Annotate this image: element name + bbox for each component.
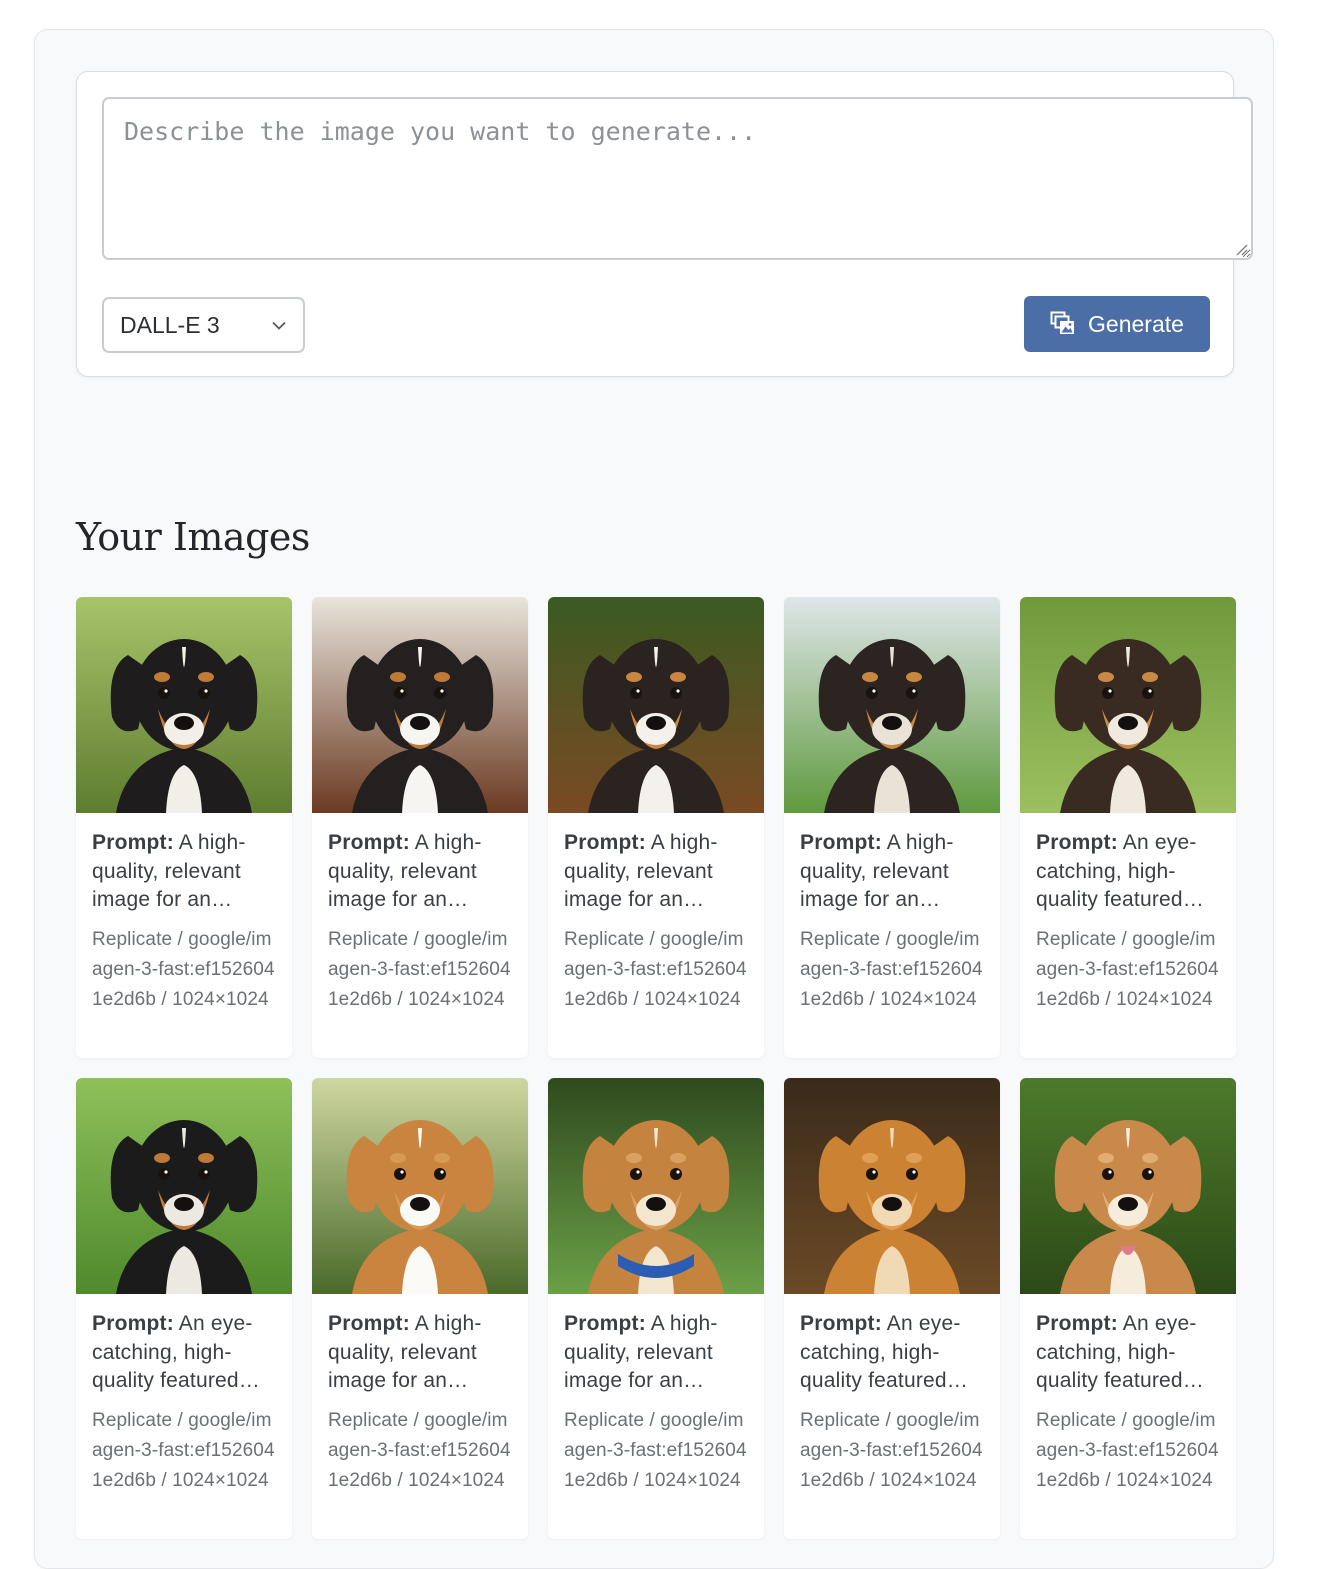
image-card[interactable]: Prompt: An eye-catching, high-quality fe… xyxy=(1020,597,1236,1058)
image-source: Replicate xyxy=(564,1410,645,1431)
generate-button-label: Generate xyxy=(1088,310,1184,337)
image-card-body: Prompt: A high-quality, relevant image f… xyxy=(784,813,1000,1015)
image-source: Replicate xyxy=(92,1410,173,1431)
prompt-prefix: Prompt: xyxy=(92,831,174,854)
image-prompt: Prompt: A high-quality, relevant image f… xyxy=(328,829,512,915)
prompt-prefix: Prompt: xyxy=(1036,831,1118,854)
image-meta: Replicate / google/imagen-3-fast:ef15260… xyxy=(328,1410,511,1491)
app-panel: DALL-E 3 Generate Your Images xyxy=(34,29,1274,1569)
image-size: 1024×1024 xyxy=(408,989,505,1010)
generated-image[interactable] xyxy=(76,1078,292,1294)
model-select-value: DALL-E 3 xyxy=(120,311,220,338)
prompt-prefix: Prompt: xyxy=(92,1312,174,1335)
chevron-down-icon xyxy=(271,317,287,333)
resize-grip-icon[interactable] xyxy=(1236,244,1248,256)
generated-image[interactable] xyxy=(312,597,528,813)
image-card[interactable]: Prompt: A high-quality, relevant image f… xyxy=(312,1078,528,1539)
generated-image[interactable] xyxy=(548,597,764,813)
generated-image[interactable] xyxy=(312,1078,528,1294)
image-meta: Replicate / google/imagen-3-fast:ef15260… xyxy=(1036,1410,1219,1491)
image-card-body: Prompt: A high-quality, relevant image f… xyxy=(312,1294,528,1496)
prompt-prefix: Prompt: xyxy=(800,831,882,854)
images-stack-icon xyxy=(1050,311,1075,334)
image-prompt: Prompt: A high-quality, relevant image f… xyxy=(328,1310,512,1396)
image-source: Replicate xyxy=(1036,1410,1117,1431)
image-card[interactable]: Prompt: A high-quality, relevant image f… xyxy=(548,597,764,1058)
image-size: 1024×1024 xyxy=(172,989,269,1010)
prompt-prefix: Prompt: xyxy=(1036,1312,1118,1335)
generated-image[interactable] xyxy=(784,597,1000,813)
image-meta: Replicate / google/imagen-3-fast:ef15260… xyxy=(564,929,747,1010)
image-size: 1024×1024 xyxy=(880,1470,977,1491)
image-size: 1024×1024 xyxy=(172,1470,269,1491)
image-card[interactable]: Prompt: A high-quality, relevant image f… xyxy=(312,597,528,1058)
image-meta: Replicate / google/imagen-3-fast:ef15260… xyxy=(800,1410,983,1491)
prompt-prefix: Prompt: xyxy=(564,1312,646,1335)
prompt-prefix: Prompt: xyxy=(328,1312,410,1335)
image-card-body: Prompt: A high-quality, relevant image f… xyxy=(76,813,292,1015)
image-prompt: Prompt: A high-quality, relevant image f… xyxy=(564,829,748,915)
image-prompt: Prompt: A high-quality, relevant image f… xyxy=(564,1310,748,1396)
image-source: Replicate xyxy=(328,929,409,950)
image-prompt: Prompt: An eye-catching, high-quality fe… xyxy=(800,1310,984,1396)
image-card[interactable]: Prompt: A high-quality, relevant image f… xyxy=(76,597,292,1058)
image-card-body: Prompt: An eye-catching, high-quality fe… xyxy=(1020,813,1236,1015)
image-source: Replicate xyxy=(800,1410,881,1431)
image-meta: Replicate / google/imagen-3-fast:ef15260… xyxy=(328,929,511,1010)
image-prompt: Prompt: An eye-catching, high-quality fe… xyxy=(92,1310,276,1396)
image-card[interactable]: Prompt: An eye-catching, high-quality fe… xyxy=(1020,1078,1236,1539)
gallery-title: Your Images xyxy=(76,515,310,559)
image-size: 1024×1024 xyxy=(880,989,977,1010)
image-source: Replicate xyxy=(1036,929,1117,950)
prompt-prefix: Prompt: xyxy=(800,1312,882,1335)
image-card[interactable]: Prompt: A high-quality, relevant image f… xyxy=(784,597,1000,1058)
prompt-input[interactable] xyxy=(102,97,1253,260)
image-size: 1024×1024 xyxy=(644,989,741,1010)
image-prompt: Prompt: An eye-catching, high-quality fe… xyxy=(1036,1310,1220,1396)
image-card[interactable]: Prompt: An eye-catching, high-quality fe… xyxy=(784,1078,1000,1539)
image-meta: Replicate / google/imagen-3-fast:ef15260… xyxy=(564,1410,747,1491)
image-card-body: Prompt: A high-quality, relevant image f… xyxy=(312,813,528,1015)
image-prompt: Prompt: A high-quality, relevant image f… xyxy=(800,829,984,915)
generated-image[interactable] xyxy=(76,597,292,813)
generate-button[interactable]: Generate xyxy=(1024,296,1210,352)
image-source: Replicate xyxy=(800,929,881,950)
image-source: Replicate xyxy=(92,929,173,950)
prompt-prefix: Prompt: xyxy=(328,831,410,854)
prompt-prefix: Prompt: xyxy=(564,831,646,854)
generate-form: DALL-E 3 Generate xyxy=(76,71,1253,377)
image-card[interactable]: Prompt: An eye-catching, high-quality fe… xyxy=(76,1078,292,1539)
image-size: 1024×1024 xyxy=(644,1470,741,1491)
image-meta: Replicate / google/imagen-3-fast:ef15260… xyxy=(92,929,275,1010)
image-size: 1024×1024 xyxy=(1116,989,1213,1010)
image-card-body: Prompt: An eye-catching, high-quality fe… xyxy=(784,1294,1000,1496)
image-size: 1024×1024 xyxy=(408,1470,505,1491)
image-card[interactable]: Prompt: A high-quality, relevant image f… xyxy=(548,1078,764,1539)
generated-image[interactable] xyxy=(1020,1078,1236,1294)
image-card-body: Prompt: An eye-catching, high-quality fe… xyxy=(76,1294,292,1496)
image-meta: Replicate / google/imagen-3-fast:ef15260… xyxy=(92,1410,275,1491)
generated-image[interactable] xyxy=(548,1078,764,1294)
image-card-body: Prompt: A high-quality, relevant image f… xyxy=(548,813,764,1015)
image-source: Replicate xyxy=(328,1410,409,1431)
image-prompt: Prompt: An eye-catching, high-quality fe… xyxy=(1036,829,1220,915)
generated-image[interactable] xyxy=(1020,597,1236,813)
image-gallery: Prompt: A high-quality, relevant image f… xyxy=(76,597,1236,1539)
image-prompt: Prompt: A high-quality, relevant image f… xyxy=(92,829,276,915)
image-meta: Replicate / google/imagen-3-fast:ef15260… xyxy=(1036,929,1219,1010)
image-size: 1024×1024 xyxy=(1116,1470,1213,1491)
generated-image[interactable] xyxy=(784,1078,1000,1294)
image-source: Replicate xyxy=(564,929,645,950)
image-card-body: Prompt: A high-quality, relevant image f… xyxy=(548,1294,764,1496)
image-meta: Replicate / google/imagen-3-fast:ef15260… xyxy=(800,929,983,1010)
model-select[interactable]: DALL-E 3 xyxy=(102,297,305,353)
image-card-body: Prompt: An eye-catching, high-quality fe… xyxy=(1020,1294,1236,1496)
